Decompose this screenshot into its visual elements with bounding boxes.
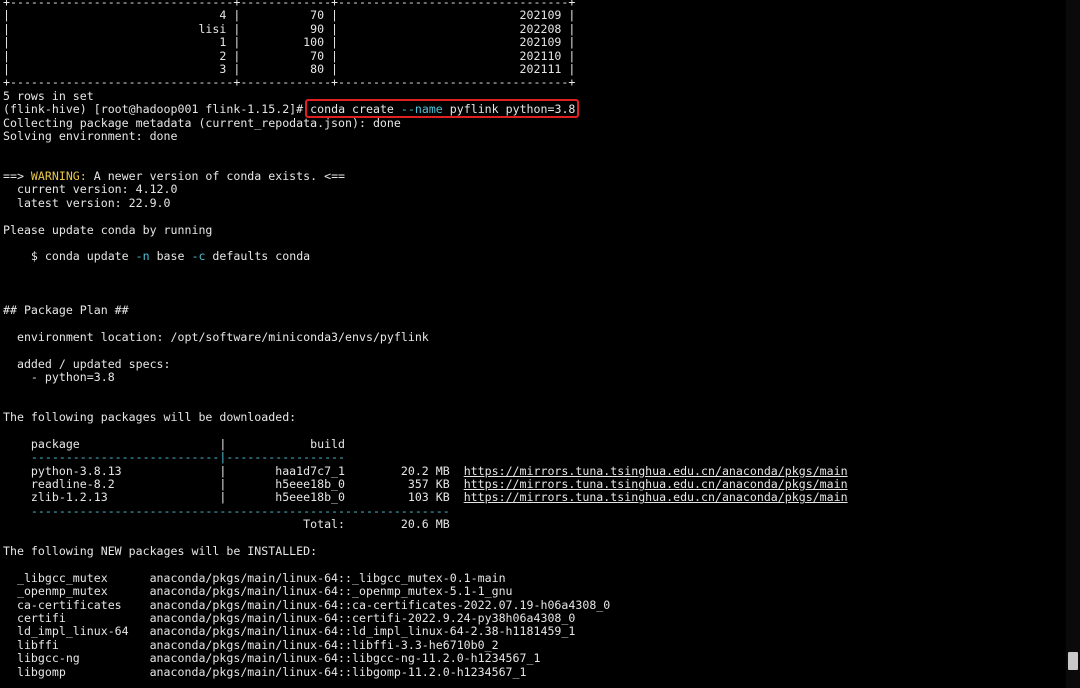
installed-package-row: libgomp anaconda/pkgs/main/linux-64::lib… xyxy=(3,664,527,679)
download-total: Total: 20.6 MB xyxy=(3,517,450,532)
command-line: (flink-hive) [root@hadoop001 flink-1.15.… xyxy=(3,99,1063,119)
command-flag: --name xyxy=(400,102,443,117)
table-row: | 3 | 80 | 202111 | xyxy=(3,61,576,76)
command-text-2: pyflink python=3.8 xyxy=(442,102,576,117)
vertical-scrollbar[interactable] xyxy=(1066,0,1080,688)
installed-package-row: _openmp_mutex anaconda/pkgs/main/linux-6… xyxy=(3,584,513,599)
table-row: | 1 | 100 | 202109 | xyxy=(3,35,576,50)
update-command-line: $ conda update -n base -c defaults conda xyxy=(3,250,1063,263)
download-row-link[interactable]: https://mirrors.tuna.tsinghua.edu.cn/ana… xyxy=(464,464,848,478)
latest-version-text: latest version: 22.9.0 xyxy=(3,195,171,210)
installed-heading: The following NEW packages will be INSTA… xyxy=(3,544,318,559)
installed-package-row: libffi anaconda/pkgs/main/linux-64::libf… xyxy=(3,637,499,652)
download-row: zlib-1.2.13 | h5eee18b_0 103 KB https://… xyxy=(3,491,1063,504)
update-cmd-text-2: base xyxy=(149,249,192,264)
command-text-1: conda create xyxy=(310,102,401,117)
download-row: python-3.8.13 | haa1d7c7_1 20.2 MB https… xyxy=(3,463,1063,478)
table-row: | 4 | 70 | 202109 | xyxy=(3,8,576,23)
downloaded-heading: The following packages will be downloade… xyxy=(3,410,297,425)
table-row: | lisi | 90 | 202208 | xyxy=(3,21,576,36)
download-row-link[interactable]: https://mirrors.tuna.tsinghua.edu.cn/ana… xyxy=(464,490,848,504)
solving-environment-text: Solving environment: done xyxy=(3,128,178,143)
warning-text: A newer version of conda exists. <== xyxy=(86,169,346,184)
download-total-separator: ----------------------------------------… xyxy=(3,503,450,518)
warning-prefix: ==> xyxy=(3,169,31,184)
download-row-link[interactable]: https://mirrors.tuna.tsinghua.edu.cn/ana… xyxy=(464,477,848,491)
update-cmd-text-3: defaults conda xyxy=(205,249,311,264)
installed-package-row: ca-certificates anaconda/pkgs/main/linux… xyxy=(3,597,611,612)
download-table-header: package | build xyxy=(3,436,346,451)
installed-package-row: libgcc-ng anaconda/pkgs/main/linux-64::l… xyxy=(3,651,541,666)
collecting-metadata-text: Collecting package metadata (current_rep… xyxy=(3,115,401,130)
installed-package-row: certifi anaconda/pkgs/main/linux-64::cer… xyxy=(3,610,576,625)
installed-package-row: ld_impl_linux-64 anaconda/pkgs/main/linu… xyxy=(3,624,576,639)
terminal-output[interactable]: +--------------------------------+------… xyxy=(3,0,1063,688)
update-cmd-flag-n: -n xyxy=(135,249,150,264)
download-table-separator: ---------------------------|------------… xyxy=(3,450,346,465)
package-plan-heading: ## Package Plan ## xyxy=(3,302,129,317)
update-cmd-text-1: $ conda update xyxy=(3,249,136,264)
please-update-text: Please update conda by running xyxy=(3,222,213,237)
table-border-bottom: +--------------------------------+------… xyxy=(3,75,576,90)
download-row-info: readline-8.2 | h5eee18b_0 357 KB xyxy=(3,477,464,492)
download-row: readline-8.2 | h5eee18b_0 357 KB https:/… xyxy=(3,477,1063,492)
spec-item: - python=3.8 xyxy=(3,369,115,384)
scrollbar-thumb[interactable] xyxy=(1068,652,1078,670)
warning-label: WARNING: xyxy=(30,169,87,184)
warning-line: ==> WARNING: A newer version of conda ex… xyxy=(3,169,1063,184)
environment-location-text: environment location: /opt/software/mini… xyxy=(3,329,429,344)
update-cmd-flag-c: -c xyxy=(191,249,206,264)
download-row-info: zlib-1.2.13 | h5eee18b_0 103 KB xyxy=(3,490,464,505)
table-row: | 2 | 70 | 202110 | xyxy=(3,48,576,63)
installed-package-row: _libgcc_mutex anaconda/pkgs/main/linux-6… xyxy=(3,570,506,585)
download-row-info: python-3.8.13 | haa1d7c7_1 20.2 MB xyxy=(3,463,464,478)
shell-prompt: (flink-hive) [root@hadoop001 flink-1.15.… xyxy=(3,102,304,117)
added-specs-heading: added / updated specs: xyxy=(3,356,171,371)
current-version-text: current version: 4.12.0 xyxy=(3,182,178,197)
